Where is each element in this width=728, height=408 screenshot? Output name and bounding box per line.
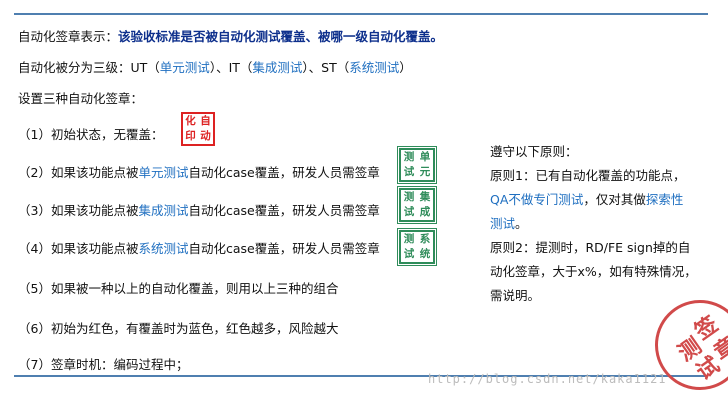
link-system-test[interactable]: 系统测试 [349, 60, 399, 75]
item-4-post: 自动化case覆盖，研发人员需签章 [188, 241, 380, 256]
top-divider [14, 13, 708, 15]
stamp-system-icon: 测 系 试 统 [397, 228, 437, 266]
stamp-integration-icon: 测 集 试 成 [397, 186, 437, 224]
item-3-link[interactable]: 集成测试 [138, 203, 188, 218]
stamp-integration-char: 试 [403, 206, 415, 219]
stamp-initial-char: 动 [200, 130, 211, 143]
item-2-link[interactable]: 单元测试 [138, 165, 188, 180]
levels-mid2: ）、ST（ [302, 60, 350, 75]
levels-prefix: 自动化被分为三级：UT（ [18, 60, 160, 75]
stamp-initial-char: 化 [185, 115, 196, 128]
stamp-initial-char: 印 [185, 130, 196, 143]
item-4-link[interactable]: 系统测试 [138, 241, 188, 256]
stamp-system-char: 统 [419, 248, 431, 261]
rules-heading: 遵守以下原则： [490, 144, 578, 159]
stamp-initial-icon: 化 自 印 动 [181, 112, 215, 146]
item-2: （2）如果该功能点被单元测试自动化case覆盖，研发人员需签章 [18, 162, 380, 181]
item-7: （7）签章时机：编码过程中； [18, 357, 189, 372]
rule-1-text: ，仅对其做 [583, 192, 646, 207]
levels-suffix: ） [399, 60, 412, 75]
item-4-pre: （4）如果该功能点被 [18, 241, 139, 256]
rule-1-link-test[interactable]: 测试 [490, 216, 515, 231]
stamp-integration-char: 测 [403, 191, 415, 204]
rule-1-line-a: 原则1：已有自动化覆盖的功能点， [490, 168, 686, 183]
stamp-unit-icon: 测 单 试 元 [397, 146, 437, 184]
item-3: （3）如果该功能点被集成测试自动化case覆盖，研发人员需签章 [18, 200, 380, 219]
intro-emphasis: 该验收标准是否被自动化测试覆盖、被哪一级自动化覆盖。 [118, 29, 444, 44]
stamp-unit-char: 单 [419, 151, 431, 164]
rule-2-line-b: 动化签章，大于x%，如有特殊情况， [490, 264, 697, 279]
stamp-unit-char: 元 [419, 166, 431, 179]
stamp-unit-char: 试 [403, 166, 415, 179]
stamp-system-char: 试 [403, 248, 415, 261]
item-4: （4）如果该功能点被系统测试自动化case覆盖，研发人员需签章 [18, 238, 380, 257]
watermark-url: http://blog.csdn.net/kaka1121 [428, 372, 667, 386]
stamp-integration-char: 集 [419, 191, 431, 204]
levels-line: 自动化被分为三级：UT（单元测试）、IT（集成测试）、ST（系统测试） [18, 57, 412, 76]
link-unit-test[interactable]: 单元测试 [160, 60, 210, 75]
rule-1-link-explore[interactable]: 探索性 [646, 192, 684, 207]
rules-panel: 遵守以下原则： 原则1：已有自动化覆盖的功能点， QA不做专门测试，仅对其做探索… [490, 140, 720, 308]
item-2-pre: （2）如果该功能点被 [18, 165, 139, 180]
levels-mid1: ）、IT（ [209, 60, 253, 75]
rule-2-line-a: 原则2：提测时，RD/FE sign掉的自 [490, 240, 691, 255]
item-3-post: 自动化case覆盖，研发人员需签章 [188, 203, 380, 218]
item-5: （5）如果被一种以上的自动化覆盖，则用以上三种的组合 [18, 281, 339, 296]
stamp-integration-char: 成 [419, 206, 431, 219]
rule-1-line-c: 测试。 [490, 212, 720, 236]
stamp-system-char: 系 [419, 233, 431, 246]
stamp-initial-char: 自 [200, 115, 211, 128]
item-1: （1）初始状态，无覆盖： [18, 127, 164, 142]
stamp-system-char: 测 [403, 233, 415, 246]
intro-label: 自动化签章表示： [18, 29, 119, 44]
item-2-post: 自动化case覆盖，研发人员需签章 [188, 165, 380, 180]
stamp-unit-char: 测 [403, 151, 415, 164]
setup-line: 设置三种自动化签章： [18, 91, 144, 106]
item-6: （6）初始为红色，有覆盖时为蓝色，红色越多，风险越大 [18, 321, 339, 336]
intro-line: 自动化签章表示：该验收标准是否被自动化测试覆盖、被哪一级自动化覆盖。 [18, 26, 443, 45]
rule-1-end: 。 [515, 216, 528, 231]
item-3-pre: （3）如果该功能点被 [18, 203, 139, 218]
rule-1-line-b: QA不做专门测试，仅对其做探索性 [490, 188, 720, 212]
rule-1-link-qa[interactable]: QA不做专门测试 [490, 192, 583, 207]
link-integration-test[interactable]: 集成测试 [252, 60, 302, 75]
